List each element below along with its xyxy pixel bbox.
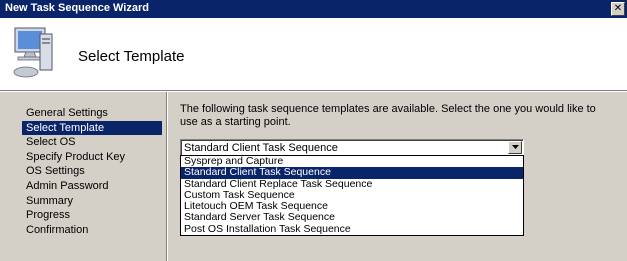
title-bar[interactable]: New Task Sequence Wizard ✕: [0, 0, 627, 18]
page-title: Select Template: [78, 48, 185, 65]
wizard-step-confirmation: Confirmation: [26, 223, 89, 236]
wizard-header: Select Template: [0, 18, 627, 90]
instructions-text: The following task sequence templates ar…: [180, 103, 596, 128]
wizard-step-progress: Progress: [26, 209, 71, 222]
computer-icon: [13, 27, 53, 78]
chevron-down-icon: [512, 145, 519, 149]
header-divider-highlight: [0, 91, 627, 92]
wizard-step-specify-product-key: Specify Product Key: [26, 150, 126, 163]
steps-divider-highlight: [167, 92, 168, 261]
template-select[interactable]: Standard Client Task Sequence: [180, 139, 524, 156]
wizard-step-os-settings: OS Settings: [26, 165, 85, 178]
wizard-step-general-settings: General Settings: [26, 107, 108, 119]
template-option[interactable]: Post OS Installation Task Sequence: [181, 223, 523, 235]
dropdown-button[interactable]: [508, 141, 522, 154]
template-select-value: Standard Client Task Sequence: [184, 142, 338, 154]
wizard-step-admin-password: Admin Password: [26, 179, 109, 192]
template-dropdown-list[interactable]: Sysprep and Capture Standard Client Task …: [180, 155, 524, 236]
wizard-step-select-template: Select Template: [22, 120, 162, 136]
wizard-step-summary: Summary: [26, 194, 74, 207]
wizard-steps-list: General Settings Select Template Select OS…: [22, 106, 162, 237]
close-button[interactable]: ✕: [611, 2, 625, 16]
template-option[interactable]: Standard Client Task Sequence: [181, 166, 523, 179]
close-icon: ✕: [613, 3, 623, 14]
wizard-step-select-os: Select OS: [26, 136, 76, 149]
window-title: New Task Sequence Wizard: [5, 2, 149, 14]
